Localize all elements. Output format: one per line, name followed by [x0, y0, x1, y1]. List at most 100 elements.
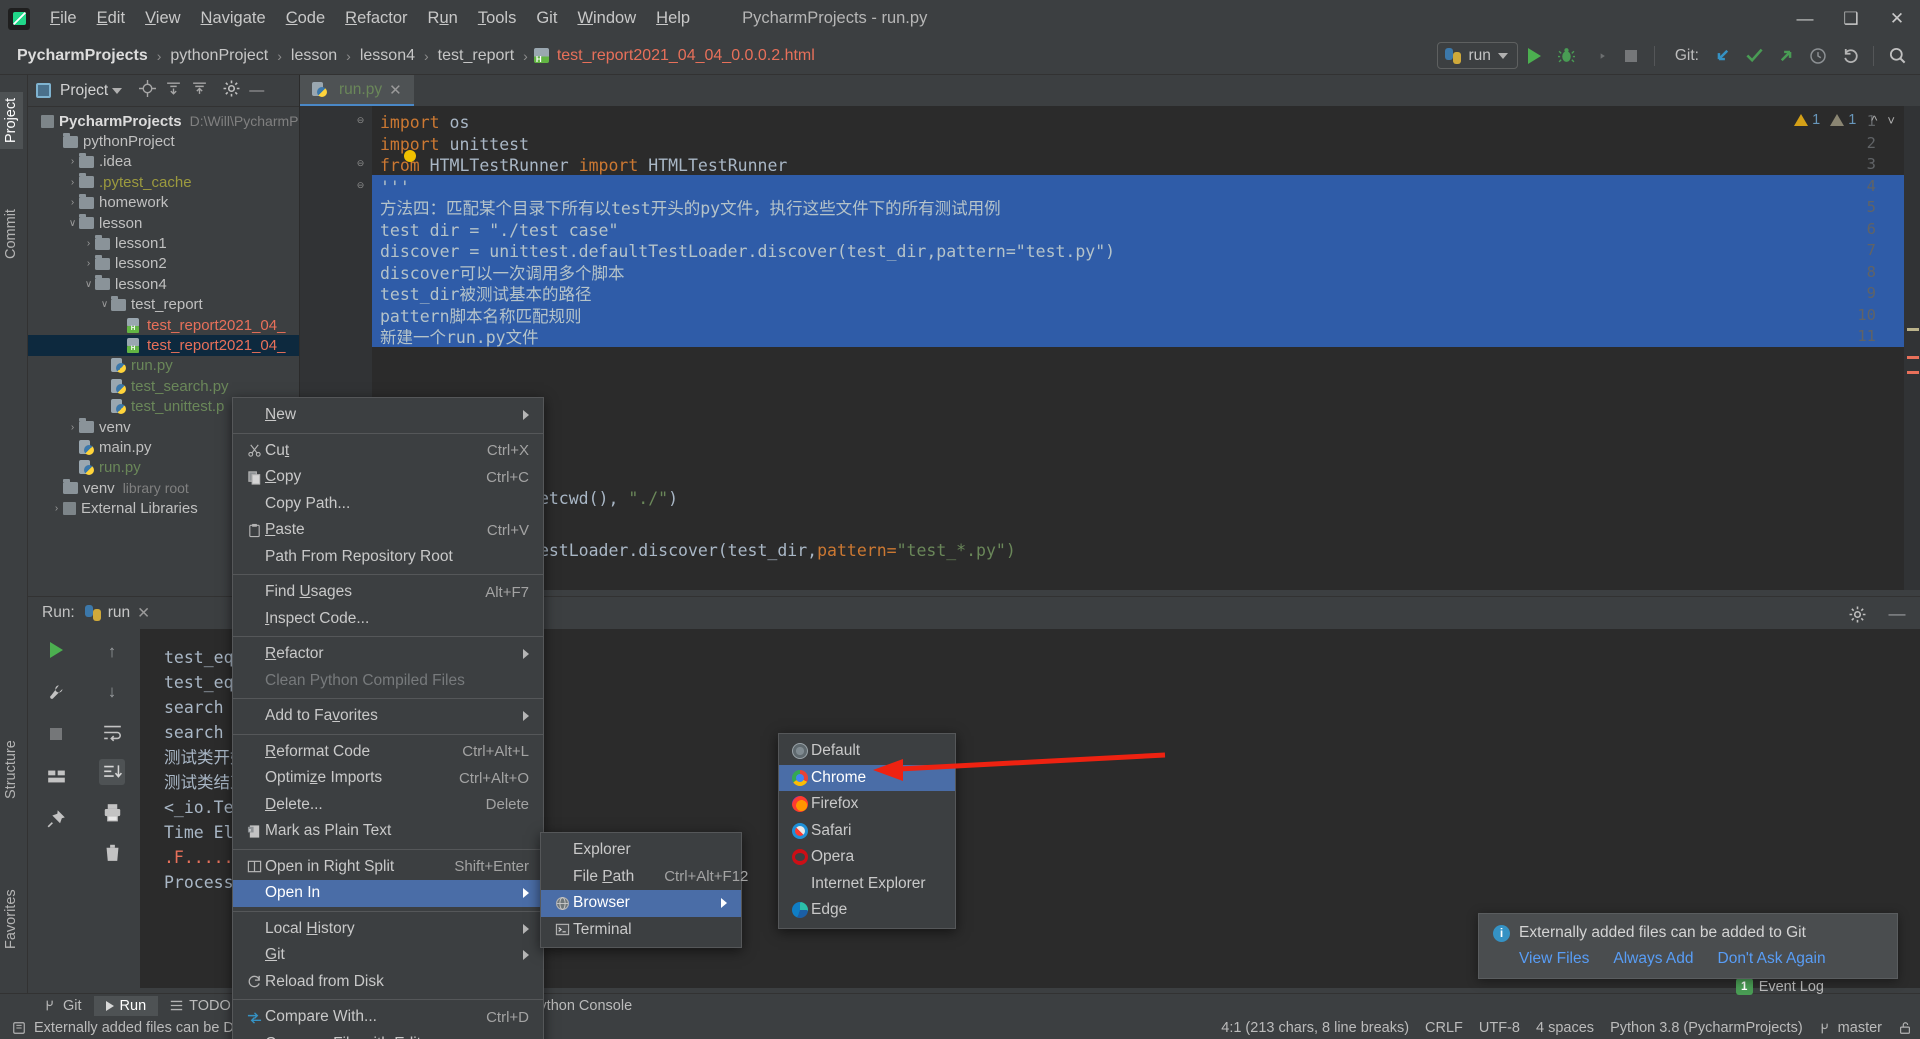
notification-action-view-files[interactable]: View Files — [1519, 950, 1589, 968]
menu-item-help[interactable]: Help — [646, 5, 700, 32]
notification-bell-icon[interactable] — [12, 1021, 26, 1035]
file-encoding[interactable]: UTF-8 — [1479, 1020, 1520, 1036]
sidebar-item-commit[interactable]: Commit — [0, 203, 23, 265]
stop-button[interactable] — [1616, 41, 1646, 71]
menu-item-default[interactable]: Default — [779, 738, 955, 765]
tree-expand-arrow[interactable]: ∨ — [66, 218, 79, 229]
menu-item-navigate[interactable]: Navigate — [191, 5, 276, 32]
sidebar-item-structure[interactable]: Structure — [0, 734, 23, 805]
python-interpreter[interactable]: Python 3.8 (PycharmProjects) — [1610, 1020, 1803, 1036]
tree-row[interactable]: › homework — [28, 193, 299, 213]
hide-panel-icon[interactable]: — — [249, 82, 264, 99]
git-commit-button[interactable] — [1739, 41, 1769, 71]
menu-item-terminal[interactable]: Terminal — [541, 917, 741, 944]
menu-item-firefox[interactable]: Firefox — [779, 791, 955, 818]
restore-layout-button[interactable] — [43, 763, 69, 789]
menu-item-paste[interactable]: Paste Ctrl+V — [233, 517, 543, 544]
menu-item-edit[interactable]: Edit — [87, 5, 135, 32]
breadcrumb-item-1[interactable]: pythonProject — [167, 47, 271, 65]
sidebar-item-favorites[interactable]: Favorites — [0, 883, 23, 955]
tree-expand-arrow[interactable]: › — [66, 197, 79, 208]
soft-wrap-button[interactable] — [99, 719, 125, 745]
tree-row[interactable]: ∨ lesson — [28, 213, 299, 233]
debug-button[interactable] — [1552, 41, 1582, 71]
history-button[interactable] — [1803, 41, 1833, 71]
menu-item-optimize-imports[interactable]: Optimize Imports Ctrl+Alt+O — [233, 765, 543, 792]
tree-row[interactable]: test_search.py — [28, 376, 299, 396]
breadcrumb-item-4[interactable]: test_report — [435, 47, 517, 65]
menu-item-window[interactable]: Window — [567, 5, 646, 32]
tree-row[interactable]: › .pytest_cache — [28, 172, 299, 192]
tool-window-run[interactable]: Run — [93, 995, 159, 1016]
tool-window-todo[interactable]: TODO — [158, 996, 243, 1016]
notification-action-always-add[interactable]: Always Add — [1613, 950, 1693, 968]
menu-item-open-in[interactable]: Open In — [233, 880, 543, 907]
open-in-submenu[interactable]: Explorer File Path Ctrl+Alt+F12 Browser Term… — [540, 832, 748, 948]
chevron-down-icon[interactable] — [112, 87, 123, 94]
intention-bulb-icon[interactable] — [404, 150, 416, 162]
menu-item-git[interactable]: Git — [233, 942, 543, 969]
menu-item-file-path[interactable]: File Path Ctrl+Alt+F12 — [541, 864, 748, 891]
menu-item-mark-as-plain-text[interactable]: x Mark as Plain Text — [233, 818, 543, 845]
menu-item-browser[interactable]: Browser — [541, 890, 741, 917]
close-icon[interactable]: ✕ — [137, 604, 150, 623]
edit-configuration-button[interactable] — [43, 679, 69, 705]
line-separator[interactable]: CRLF — [1425, 1020, 1463, 1036]
minimize-button[interactable]: — — [1782, 0, 1828, 37]
menu-item-cut[interactable]: Cut Ctrl+X — [233, 438, 543, 465]
rerun-button[interactable] — [43, 637, 69, 663]
inspection-widget[interactable]: 1 1 ^ ˅ — [1794, 112, 1898, 128]
tree-row[interactable]: run.py — [28, 356, 299, 376]
chevron-down-icon[interactable]: ˅ — [1884, 113, 1898, 128]
menu-item-compare-with[interactable]: Compare With... Ctrl+D — [233, 1004, 543, 1031]
menu-item-internet-explorer[interactable]: Internet Explorer — [779, 871, 955, 898]
editor-tab-run-py[interactable]: run.py ✕ — [300, 75, 414, 106]
close-icon[interactable]: ✕ — [389, 81, 402, 99]
menu-item-new[interactable]: New — [233, 402, 543, 429]
breadcrumb-item-0[interactable]: PycharmProjects — [14, 47, 151, 65]
run-tab[interactable]: run ✕ — [84, 604, 150, 623]
print-button[interactable] — [99, 799, 125, 825]
gear-icon[interactable] — [1844, 601, 1870, 627]
indent-setting[interactable]: 4 spaces — [1536, 1020, 1594, 1036]
notification-action-dont-ask-again[interactable]: Don't Ask Again — [1718, 950, 1826, 968]
tree-row[interactable]: ∨ test_report — [28, 295, 299, 315]
clear-all-button[interactable] — [99, 839, 125, 865]
lock-icon[interactable] — [1898, 1021, 1912, 1035]
menu-item-path-from-repository-root[interactable]: Path From Repository Root — [233, 544, 543, 571]
tree-row[interactable]: ∨ lesson4 — [28, 274, 299, 294]
down-arrow-icon[interactable]: ↓ — [99, 679, 125, 705]
expand-all-icon[interactable] — [165, 80, 182, 101]
maximize-button[interactable]: ❑ — [1828, 0, 1874, 37]
tree-row[interactable]: › lesson2 — [28, 254, 299, 274]
code-fold-icon[interactable]: ⊖ — [355, 158, 366, 169]
tree-expand-arrow[interactable]: › — [82, 238, 95, 249]
tree-row[interactable]: › lesson1 — [28, 233, 299, 253]
git-update-button[interactable] — [1707, 41, 1737, 71]
coverage-button[interactable] — [1584, 41, 1614, 71]
menu-item-copy[interactable]: Copy Ctrl+C — [233, 464, 543, 491]
menu-item-opera[interactable]: Opera — [779, 844, 955, 871]
menu-item-tools[interactable]: Tools — [468, 5, 527, 32]
stop-button[interactable] — [43, 721, 69, 747]
close-button[interactable]: ✕ — [1874, 0, 1920, 37]
tree-row[interactable]: test_report2021_04_ — [28, 315, 299, 335]
menu-item-explorer[interactable]: Explorer — [541, 837, 741, 864]
hide-panel-icon[interactable]: — — [1884, 601, 1910, 627]
menu-item-chrome[interactable]: Chrome — [779, 764, 955, 791]
tree-row-root[interactable]: PycharmProjects D:\Will\PycharmP — [28, 111, 299, 131]
menu-item-local-history[interactable]: Local History — [233, 916, 543, 943]
event-log-widget[interactable]: 1 Event Log — [1735, 978, 1824, 995]
gear-icon[interactable] — [223, 80, 240, 101]
menu-item-compare-file-with-editor[interactable]: Compare File with Editor — [233, 1031, 543, 1039]
sidebar-item-project[interactable]: Project — [0, 91, 23, 149]
menu-item-view[interactable]: View — [135, 5, 190, 32]
editor-warning-stripe[interactable] — [1904, 106, 1920, 590]
tree-expand-arrow[interactable]: ∨ — [98, 299, 111, 310]
tree-expand-arrow[interactable]: › — [66, 156, 79, 167]
menu-item-delete[interactable]: Delete... Delete — [233, 792, 543, 819]
menu-item-add-to-favorites[interactable]: Add to Favorites — [233, 703, 543, 730]
tool-window-git[interactable]: Git — [32, 996, 94, 1016]
run-configuration-selector[interactable]: run — [1437, 42, 1518, 69]
browser-submenu[interactable]: Default Chrome Firefox Safari Opera Internet … — [778, 733, 956, 929]
